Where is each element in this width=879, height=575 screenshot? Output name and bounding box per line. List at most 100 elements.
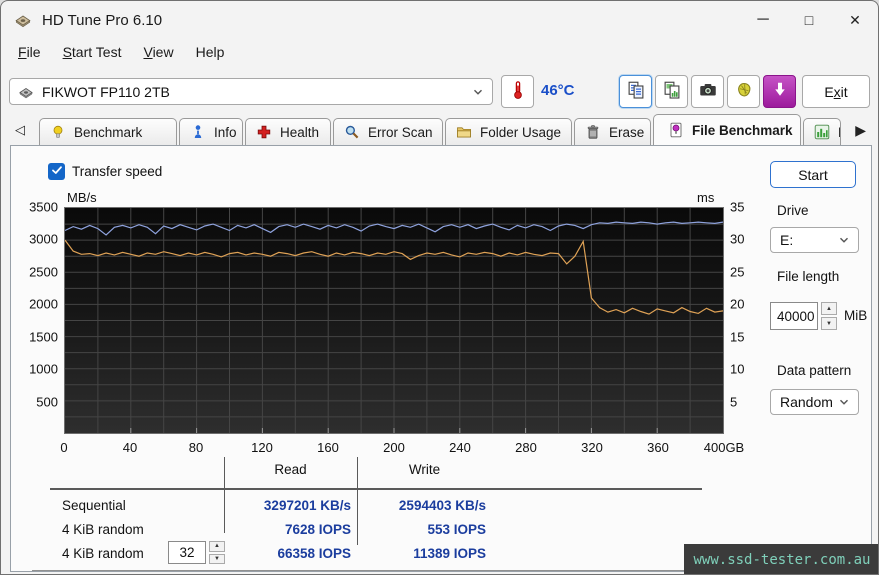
tab-erase[interactable]: Erase [574,118,651,145]
spinner-down-icon[interactable]: ▼ [821,317,837,330]
copy-image-button[interactable] [655,75,688,108]
menu-item-help[interactable]: Help [185,42,236,62]
table-row: 4 KiB random 7628 IOPS 553 IOPS [32,519,502,541]
tab-label: File Benchmark [692,122,793,138]
toolbar: FIKWOT FP110 2TB 46°C Exit [1,65,878,114]
x-axis-tick: 400GB [703,440,745,455]
menu-item-file[interactable]: File [7,42,52,62]
download-button[interactable] [763,75,796,108]
chevron-down-icon [838,234,850,246]
tab-bar: ◁ Benchmark Info Health Error Scan Folder Us… [1,114,878,145]
tab-info[interactable]: Info [179,118,243,145]
write-value: 2594403 KB/s [398,498,486,513]
file-length-input[interactable]: 40000 [770,302,818,330]
x-axis-tick: 160 [317,440,339,455]
chevron-down-icon [838,396,850,408]
x-axis-tick: 40 [122,440,138,455]
ms-axis-tick: 15 [730,329,745,345]
x-axis-tick: 80 [188,440,204,455]
drive-label: Drive [777,203,809,218]
title-bar: HD Tune Pro 6.10 ─ □ ✕ [1,1,878,39]
y-axis-tick: 1500 [29,329,58,345]
read-value: 7628 IOPS [284,522,351,537]
drive-selector[interactable]: FIKWOT FP110 2TB [9,78,493,105]
x-axis-tick: 320 [581,440,603,455]
results-table: Read Write 32 ▲ ▼ Sequential 3297201 KB/s… [32,457,702,572]
table-row: Sequential 3297201 KB/s 2594403 KB/s [32,495,502,517]
copy-button[interactable] [619,75,652,108]
spinner-up-icon[interactable]: ▲ [821,302,837,315]
transfer-speed-checkbox[interactable] [48,163,65,180]
y-axis-tick: 3500 [29,199,58,215]
error-scan-icon [344,124,360,140]
ms-axis-tick: 10 [730,361,745,377]
exit-button[interactable]: Exit [802,75,870,108]
disk-icon [18,84,34,100]
temperature-button[interactable] [501,75,534,108]
tabs: Benchmark Info Health Error Scan Folder Usag… [39,114,843,145]
maximize-button[interactable]: □ [786,1,832,39]
tab-folder-usage[interactable]: Folder Usage [445,118,572,145]
x-axis-tick: 280 [515,440,537,455]
menu-item-view[interactable]: View [132,42,184,62]
y-axis-tick: 500 [36,394,58,410]
file-length-unit: MiB [844,308,868,323]
close-button[interactable]: ✕ [832,1,878,39]
ms-axis-tick: 20 [730,296,745,312]
benchmark-icon [50,124,66,140]
drive-select[interactable]: E: [770,227,859,253]
ms-axis-tick: 30 [730,231,745,247]
tabs-scroll-left-icon[interactable]: ◁ [15,122,25,138]
file-benchmark-icon [668,122,684,138]
write-value: 553 IOPS [427,522,486,537]
y-axis-tick: 2500 [29,264,58,280]
write-column-header: Write [408,462,441,477]
temperature-value: 46°C [541,82,575,99]
right-axis-label: ms [697,190,715,205]
erase-icon [585,124,601,140]
read-value: 66358 IOPS [277,546,351,561]
tab-label: Erase [609,124,645,140]
copy-image-icon [662,80,682,103]
row-label: 4 KiB random [62,546,144,561]
transfer-speed-label: Transfer speed [72,164,163,179]
minimize-button[interactable]: ─ [740,1,786,39]
x-axis-tick: 200 [383,440,405,455]
tab-benchmark[interactable]: Benchmark [39,118,177,145]
camera-icon [698,80,718,103]
tab-label: Folder Usage [480,124,562,140]
folder-icon [456,124,472,140]
drive-selector-value: FIKWOT FP110 2TB [42,83,170,100]
tabs-scroll-right-icon[interactable]: ▶ [855,122,866,139]
tab-label: Error Scan [368,124,433,140]
x-axis-tick: 240 [449,440,471,455]
chevron-down-icon [472,86,484,98]
menu-item-start-test[interactable]: Start Test [52,42,133,62]
app-disk-icon [14,11,32,29]
hand-button[interactable] [727,75,760,108]
check-icon [51,163,63,181]
tab-file-benchmark[interactable]: File Benchmark [653,114,801,145]
ms-axis-tick: 5 [730,394,738,410]
ms-axis-tick: 25 [730,264,745,280]
info-icon [190,124,206,140]
ms-axis-tick: 35 [730,199,745,215]
health-icon [256,124,272,140]
tab-label: M. [838,125,840,140]
tab-m[interactable]: M. [803,118,841,145]
tab-health[interactable]: Health [245,118,331,145]
tab-label: Health [280,124,320,140]
start-button[interactable]: Start [770,161,856,188]
x-axis-tick: 360 [647,440,669,455]
row-label: Sequential [62,498,126,513]
file-length-stepper: ▲ ▼ [821,302,837,330]
data-pattern-value: Random [780,394,833,410]
toolbar-buttons [619,75,796,108]
tab-error-scan[interactable]: Error Scan [333,118,443,145]
table-row: 4 KiB random 66358 IOPS 11389 IOPS [32,543,502,565]
screenshot-button[interactable] [691,75,724,108]
row-label: 4 KiB random [62,522,144,537]
x-axis-tick: 120 [251,440,273,455]
x-axis-tick: 0 [60,440,68,455]
data-pattern-select[interactable]: Random [770,389,859,415]
